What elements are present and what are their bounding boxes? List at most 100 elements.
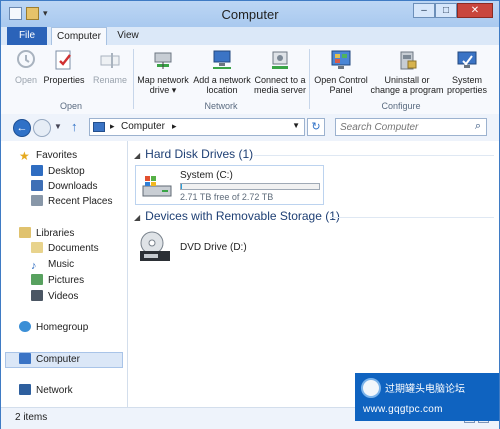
drive-c-label: System (C:) (180, 170, 233, 181)
desktop-icon (31, 165, 43, 176)
close-button[interactable]: ✕ (457, 3, 493, 18)
refresh-button[interactable]: ↻ (307, 118, 325, 136)
hard-disk-group-header[interactable]: ◢ Hard Disk Drives (1) (134, 147, 253, 161)
watermark: 过期罐头电脑论坛 www.gqgtpc.com (355, 373, 499, 421)
open-icon (17, 50, 35, 68)
group-divider (330, 217, 494, 218)
ribbon-separator (309, 49, 310, 109)
nav-music[interactable]: ♪ Music (31, 258, 74, 272)
add-network-location-label-2: location (206, 85, 238, 95)
maximize-button[interactable]: □ (435, 3, 457, 18)
content-pane: ◢ Hard Disk Drives (1) System (C:) 2.71 T… (128, 141, 499, 407)
ribbon-tabs: File Computer View (1, 27, 499, 46)
nav-videos[interactable]: Videos (31, 290, 78, 304)
uninstall-program-label-2: change a program (370, 85, 444, 95)
properties-label: Properties (43, 75, 85, 85)
drive-c-tile[interactable]: System (C:) 2.71 TB free of 2.72 TB (135, 165, 324, 205)
add-network-location-button[interactable]: Add a network location (191, 49, 253, 95)
system-properties-label-1: System (451, 75, 482, 85)
minimize-button[interactable]: – (413, 3, 435, 18)
connect-media-server-label-1: Connect to a (254, 75, 306, 85)
map-network-drive-label-1: Map network (137, 75, 189, 85)
nav-homegroup[interactable]: Homegroup (19, 321, 88, 335)
address-dropdown-icon[interactable]: ▼ (292, 121, 300, 130)
drive-c-usage-fill (181, 184, 182, 189)
dvd-drive-label[interactable]: DVD Drive (D:) (180, 242, 247, 253)
tab-computer[interactable]: Computer (51, 27, 107, 45)
removable-group-header[interactable]: ◢ Devices with Removable Storage (1) (134, 209, 340, 223)
back-button[interactable]: ← (13, 119, 31, 137)
open-control-panel-button[interactable]: Open Control Panel (311, 49, 371, 95)
nav-videos-label: Videos (48, 291, 79, 302)
documents-icon (31, 242, 43, 253)
libraries-icon (19, 227, 31, 238)
star-icon: ★ (19, 149, 30, 163)
collapse-icon[interactable]: ◢ (134, 213, 140, 222)
map-network-drive-label-2: drive ▾ (149, 85, 177, 95)
map-network-drive-icon (154, 52, 172, 69)
breadcrumb-chevron-icon[interactable]: ▸ (172, 121, 177, 132)
nav-favorites-label: Favorites (36, 150, 78, 161)
nav-homegroup-label: Homegroup (36, 322, 89, 333)
hard-drive-icon (142, 176, 172, 197)
address-row: ← ▼ ↑ ▸ Computer ▸ ▼ ↻ ⌕ (1, 114, 499, 140)
navigation-pane: ★ Favorites Desktop Downloads Recent Plac… (1, 141, 128, 407)
collapse-icon[interactable]: ◢ (134, 151, 140, 160)
computer-icon (19, 353, 31, 364)
address-bar[interactable]: ▸ Computer ▸ ▼ (89, 118, 305, 136)
nav-recent-places[interactable]: Recent Places (31, 195, 112, 209)
nav-libraries[interactable]: Libraries (19, 227, 74, 241)
explorer-window: ▾ Computer – □ ✕ File Computer View Open… (0, 0, 500, 429)
nav-computer[interactable]: Computer (19, 353, 80, 367)
title-bar: ▾ Computer – □ ✕ (1, 1, 499, 27)
search-input[interactable] (340, 121, 464, 133)
connect-media-server-button[interactable]: Connect to a media server (253, 49, 307, 95)
removable-group-title: Devices with Removable Storage (1) (145, 209, 340, 223)
system-properties-icon (457, 51, 477, 68)
videos-icon (31, 290, 43, 301)
nav-libraries-label: Libraries (36, 228, 75, 239)
recent-locations-dropdown-icon[interactable]: ▼ (54, 122, 62, 131)
nav-documents[interactable]: Documents (31, 242, 99, 256)
system-properties-label-2: properties (446, 85, 488, 95)
nav-computer-label: Computer (36, 354, 80, 365)
group-divider (254, 155, 494, 156)
map-network-drive-button[interactable]: Map network drive ▾ (135, 49, 191, 95)
nav-pictures[interactable]: Pictures (31, 274, 84, 288)
properties-icon (55, 50, 71, 70)
tab-view[interactable]: View (111, 27, 145, 45)
system-properties-button[interactable]: System properties (443, 49, 491, 95)
dvd-drive-icon[interactable] (138, 230, 172, 264)
downloads-icon (31, 180, 43, 191)
network-icon (19, 384, 31, 395)
item-count: 2 items (15, 412, 48, 423)
search-icon[interactable]: ⌕ (475, 120, 481, 133)
drive-c-usage-bar (180, 183, 320, 190)
tab-file[interactable]: File (7, 27, 47, 45)
up-arrow-icon[interactable]: ↑ (71, 119, 85, 135)
rename-icon (100, 53, 120, 68)
back-arrow-icon: ← (16, 122, 28, 134)
recent-places-icon (31, 195, 43, 206)
refresh-icon: ↻ (311, 121, 321, 133)
drive-c-free-space: 2.71 TB free of 2.72 TB (180, 192, 274, 202)
open-button[interactable]: Open (11, 49, 41, 85)
nav-documents-label: Documents (48, 243, 99, 254)
media-server-icon (272, 51, 288, 69)
nav-network[interactable]: Network (19, 384, 73, 398)
properties-button[interactable]: Properties (43, 49, 85, 85)
uninstall-icon (400, 51, 417, 70)
rename-button[interactable]: Rename (91, 49, 129, 85)
forward-button[interactable] (33, 119, 51, 137)
nav-favorites[interactable]: ★ Favorites (19, 149, 77, 163)
breadcrumb-computer[interactable]: Computer (121, 121, 165, 132)
ribbon-separator (133, 49, 134, 109)
search-box[interactable]: ⌕ (335, 118, 487, 136)
uninstall-program-button[interactable]: Uninstall or change a program (369, 49, 445, 95)
uninstall-program-label-1: Uninstall or (384, 75, 430, 85)
breadcrumb-chevron-icon[interactable]: ▸ (110, 121, 115, 132)
hard-disk-group-title: Hard Disk Drives (1) (145, 147, 254, 161)
nav-downloads[interactable]: Downloads (31, 180, 97, 194)
nav-desktop[interactable]: Desktop (31, 165, 85, 179)
open-control-panel-label-1: Open Control (314, 75, 368, 85)
